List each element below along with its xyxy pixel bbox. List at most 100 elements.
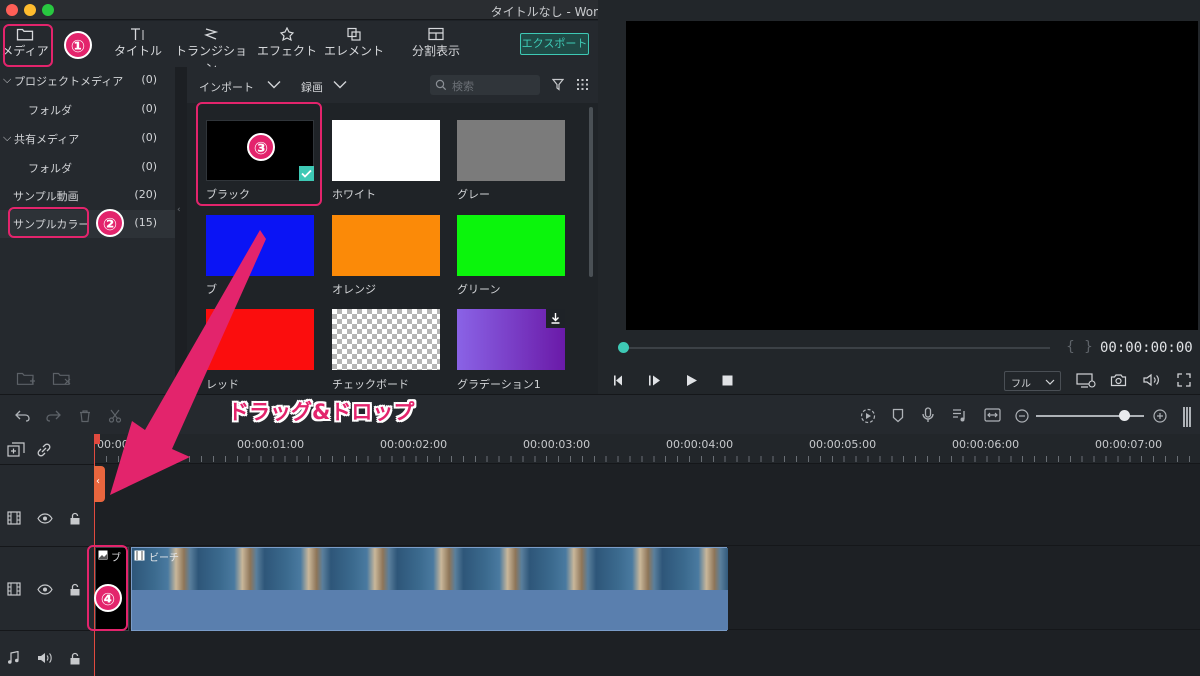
sidebar-item-count: (20) [134, 188, 157, 201]
new-folder-icon[interactable] [16, 371, 36, 387]
chevron-down-icon[interactable] [333, 80, 347, 89]
ruler-label: 00:00:07:00 [1095, 438, 1163, 451]
timeline-clip-beach[interactable]: ビーチ [131, 547, 728, 631]
video-track-icon [7, 582, 21, 596]
record-dropdown[interactable]: 録画 [301, 79, 323, 95]
media-tile-gray[interactable] [457, 120, 565, 181]
sidebar-item-count: (0) [141, 73, 157, 86]
download-icon[interactable] [546, 309, 565, 328]
preview-timecode: 00:00:00:00 [1100, 340, 1193, 356]
panel-grip-icon[interactable] [1183, 407, 1191, 427]
effect-icon [279, 27, 295, 41]
mark-out-icon[interactable]: } [1084, 339, 1093, 355]
annotation-step-4: ④ [94, 584, 122, 612]
media-scrollbar[interactable] [589, 107, 593, 277]
preview-progress-bar[interactable] [622, 347, 1050, 349]
media-tile-label: ホワイト [332, 188, 376, 201]
tab-effect-label: エフェクト [257, 44, 318, 58]
quality-select[interactable]: フル [1004, 371, 1061, 391]
render-icon[interactable] [860, 408, 876, 424]
delete-folder-icon[interactable] [52, 371, 72, 387]
sidebar-item-label: 共有メディア [14, 133, 80, 146]
video-track-icon [7, 511, 21, 525]
undo-icon[interactable] [15, 410, 31, 422]
element-icon [347, 27, 361, 41]
export-button[interactable]: エクスポート [520, 33, 589, 55]
marker-icon[interactable] [892, 408, 904, 423]
render-preview-icon[interactable] [1076, 373, 1096, 388]
chevron-down-icon[interactable] [267, 80, 281, 89]
volume-icon[interactable] [1142, 373, 1161, 387]
annotation-step-3: ③ [247, 133, 275, 161]
import-dropdown[interactable]: インポート [199, 79, 254, 95]
ruler-label: 00:00:06:00 [952, 438, 1020, 451]
microphone-icon[interactable] [922, 407, 934, 423]
add-track-icon[interactable] [7, 442, 25, 458]
tab-element-label: エレメント [324, 44, 385, 58]
eye-icon[interactable] [37, 584, 53, 595]
media-tile-white[interactable] [332, 120, 440, 181]
chevron-down-icon: ⌵ [3, 73, 12, 86]
tab-effect[interactable]: エフェクト [257, 21, 317, 67]
sidebar-item-project-media[interactable]: ⌵ プロジェクトメディア (0) [0, 67, 175, 95]
media-tile-label: オレンジ [332, 283, 376, 296]
search-input[interactable]: 検索 [430, 75, 540, 95]
quality-select-value: フル [1011, 379, 1031, 390]
media-tile-checkerboard[interactable] [332, 309, 440, 370]
chevron-down-icon [1045, 379, 1055, 385]
audio-track-1[interactable] [94, 631, 1200, 676]
speaker-icon[interactable] [37, 652, 53, 664]
tab-split-screen[interactable]: 分割表示 [410, 21, 462, 67]
next-frame-icon[interactable] [648, 374, 662, 387]
sidebar-item-label: フォルダ [28, 162, 72, 175]
media-tile-label: チェックボード [332, 378, 409, 391]
clip-label: ビーチ [149, 553, 179, 564]
stop-icon[interactable] [721, 374, 734, 387]
sidebar-item-label: サンプル動画 [13, 190, 79, 203]
play-icon[interactable] [685, 374, 698, 387]
search-icon [435, 79, 447, 91]
snapshot-camera-icon[interactable] [1110, 373, 1127, 387]
zoom-out-icon[interactable] [1015, 409, 1029, 423]
preview-playhead[interactable] [618, 342, 629, 353]
lock-icon[interactable] [69, 583, 81, 596]
zoom-slider-thumb[interactable] [1119, 410, 1130, 421]
tab-transition[interactable]: トランジション [170, 21, 252, 75]
audio-mixer-icon[interactable] [952, 408, 967, 423]
fullscreen-icon[interactable] [1177, 373, 1191, 387]
link-icon[interactable] [36, 442, 52, 458]
track-headers [0, 434, 94, 676]
lock-icon[interactable] [69, 512, 81, 525]
ruler-label: 00:00:02:00 [380, 438, 448, 451]
grid-view-icon[interactable] [576, 78, 589, 91]
drag-drop-caption: ドラッグ&ドロップ [228, 400, 415, 424]
lock-icon[interactable] [69, 652, 81, 665]
filter-icon[interactable] [552, 78, 564, 91]
mark-in-icon[interactable]: { [1066, 339, 1075, 355]
title-icon [131, 28, 144, 40]
sidebar-item-label: プロジェクトメディア [14, 75, 124, 88]
sidebar-item-shared-media[interactable]: ⌵ 共有メディア (0) [0, 125, 175, 153]
sidebar-item-folder[interactable]: フォルダ (0) [0, 96, 175, 124]
sidebar-item-folder[interactable]: フォルダ (0) [0, 154, 175, 182]
sidebar-item-sample-video[interactable]: サンプル動画 (20) [0, 182, 175, 210]
drag-arrow-icon [110, 230, 266, 495]
annotation-box-sample-color [8, 207, 89, 238]
ruler-label: 00:00:04:00 [666, 438, 734, 451]
sidebar-item-count: (0) [141, 160, 157, 173]
redo-icon[interactable] [45, 410, 61, 422]
video-clip-icon [134, 550, 145, 561]
chevron-down-icon: ⌵ [3, 131, 12, 144]
eye-icon[interactable] [37, 513, 53, 524]
previous-frame-icon[interactable] [612, 374, 626, 387]
media-tile-orange[interactable] [332, 215, 440, 276]
media-tile-gradient[interactable] [457, 309, 565, 370]
zoom-in-icon[interactable] [1153, 409, 1167, 423]
tab-title[interactable]: タイトル [112, 21, 164, 67]
tab-element[interactable]: エレメント [324, 21, 384, 67]
media-tile-green[interactable] [457, 215, 565, 276]
chevron-left-icon: ‹ [177, 205, 181, 215]
split-screen-icon [428, 27, 444, 41]
clip-thumbnails [132, 548, 728, 590]
fit-timeline-icon[interactable] [984, 408, 1001, 422]
